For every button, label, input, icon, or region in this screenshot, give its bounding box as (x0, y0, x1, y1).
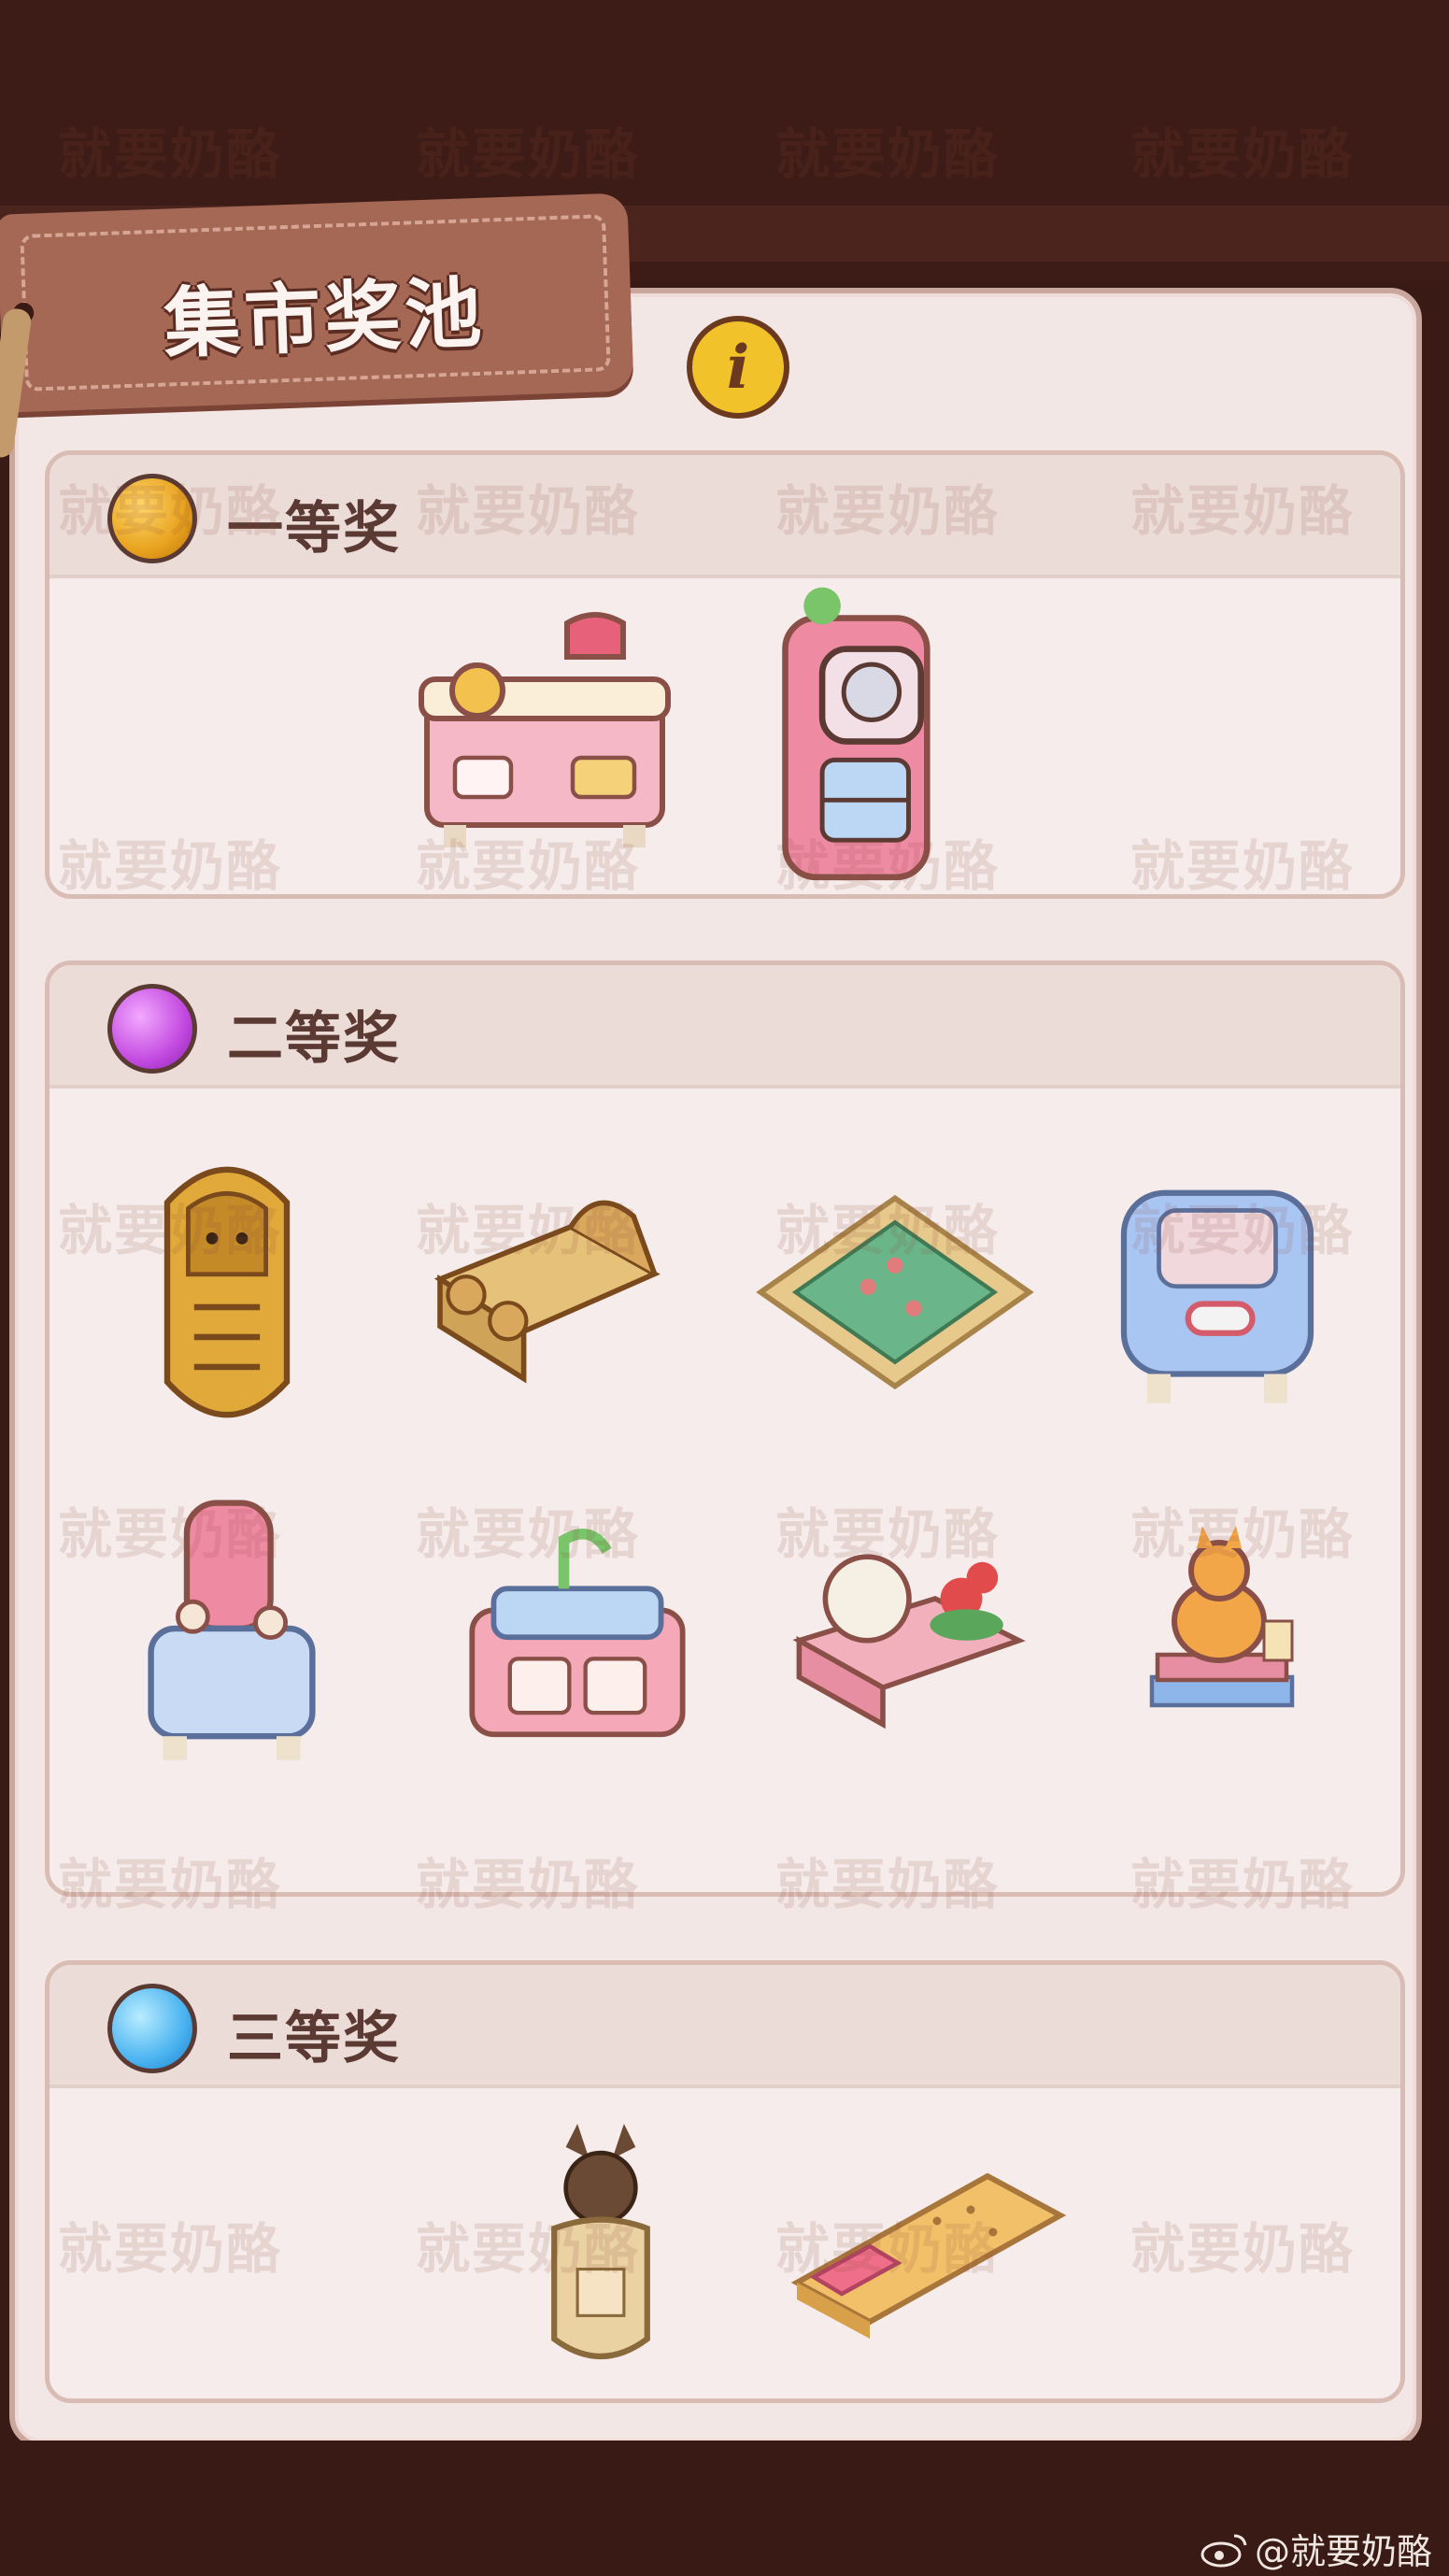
section-third-prize: 三等奖 (45, 1960, 1405, 2403)
gold-orb-icon (107, 474, 197, 563)
section-header: 三等奖 (50, 1965, 1400, 2088)
biscuit-rug-icon[interactable] (769, 2138, 1077, 2371)
info-icon[interactable]: i (687, 316, 789, 419)
anubis-jar-icon[interactable] (507, 2124, 694, 2385)
weibo-credit: @就要奶酪 (1200, 2523, 1432, 2574)
section-first-prize: 一等奖 (45, 450, 1405, 899)
page-title: 集市奖池 (162, 269, 487, 369)
green-carpet-icon[interactable] (746, 1185, 1044, 1400)
section-title: 一等奖 (227, 496, 401, 562)
section-title: 二等奖 (227, 1006, 401, 1072)
section-title: 三等奖 (227, 2006, 401, 2071)
plate-flower-shelf-icon[interactable] (778, 1516, 1040, 1759)
section-second-prize: 二等奖 (45, 961, 1405, 1897)
weibo-icon (1200, 2530, 1249, 2568)
pharaoh-sarcophagus-icon[interactable] (115, 1143, 339, 1442)
credit-text: @就要奶酪 (1254, 2531, 1432, 2572)
blue-cabinet-icon[interactable] (1101, 1152, 1334, 1432)
kitchen-counter-icon[interactable] (405, 595, 685, 875)
section-header: 一等奖 (50, 455, 1400, 578)
golden-cat-bed-icon[interactable] (414, 1171, 675, 1414)
pink-vending-fridge-icon[interactable] (750, 581, 974, 890)
pink-sink-counter-icon[interactable] (456, 1507, 699, 1778)
blue-orb-icon (107, 1984, 197, 2073)
purple-orb-icon (107, 984, 197, 1074)
cat-on-books-icon[interactable] (1124, 1526, 1320, 1750)
section-header: 二等奖 (50, 965, 1400, 1089)
pink-bathroom-stand-icon[interactable] (120, 1479, 344, 1778)
